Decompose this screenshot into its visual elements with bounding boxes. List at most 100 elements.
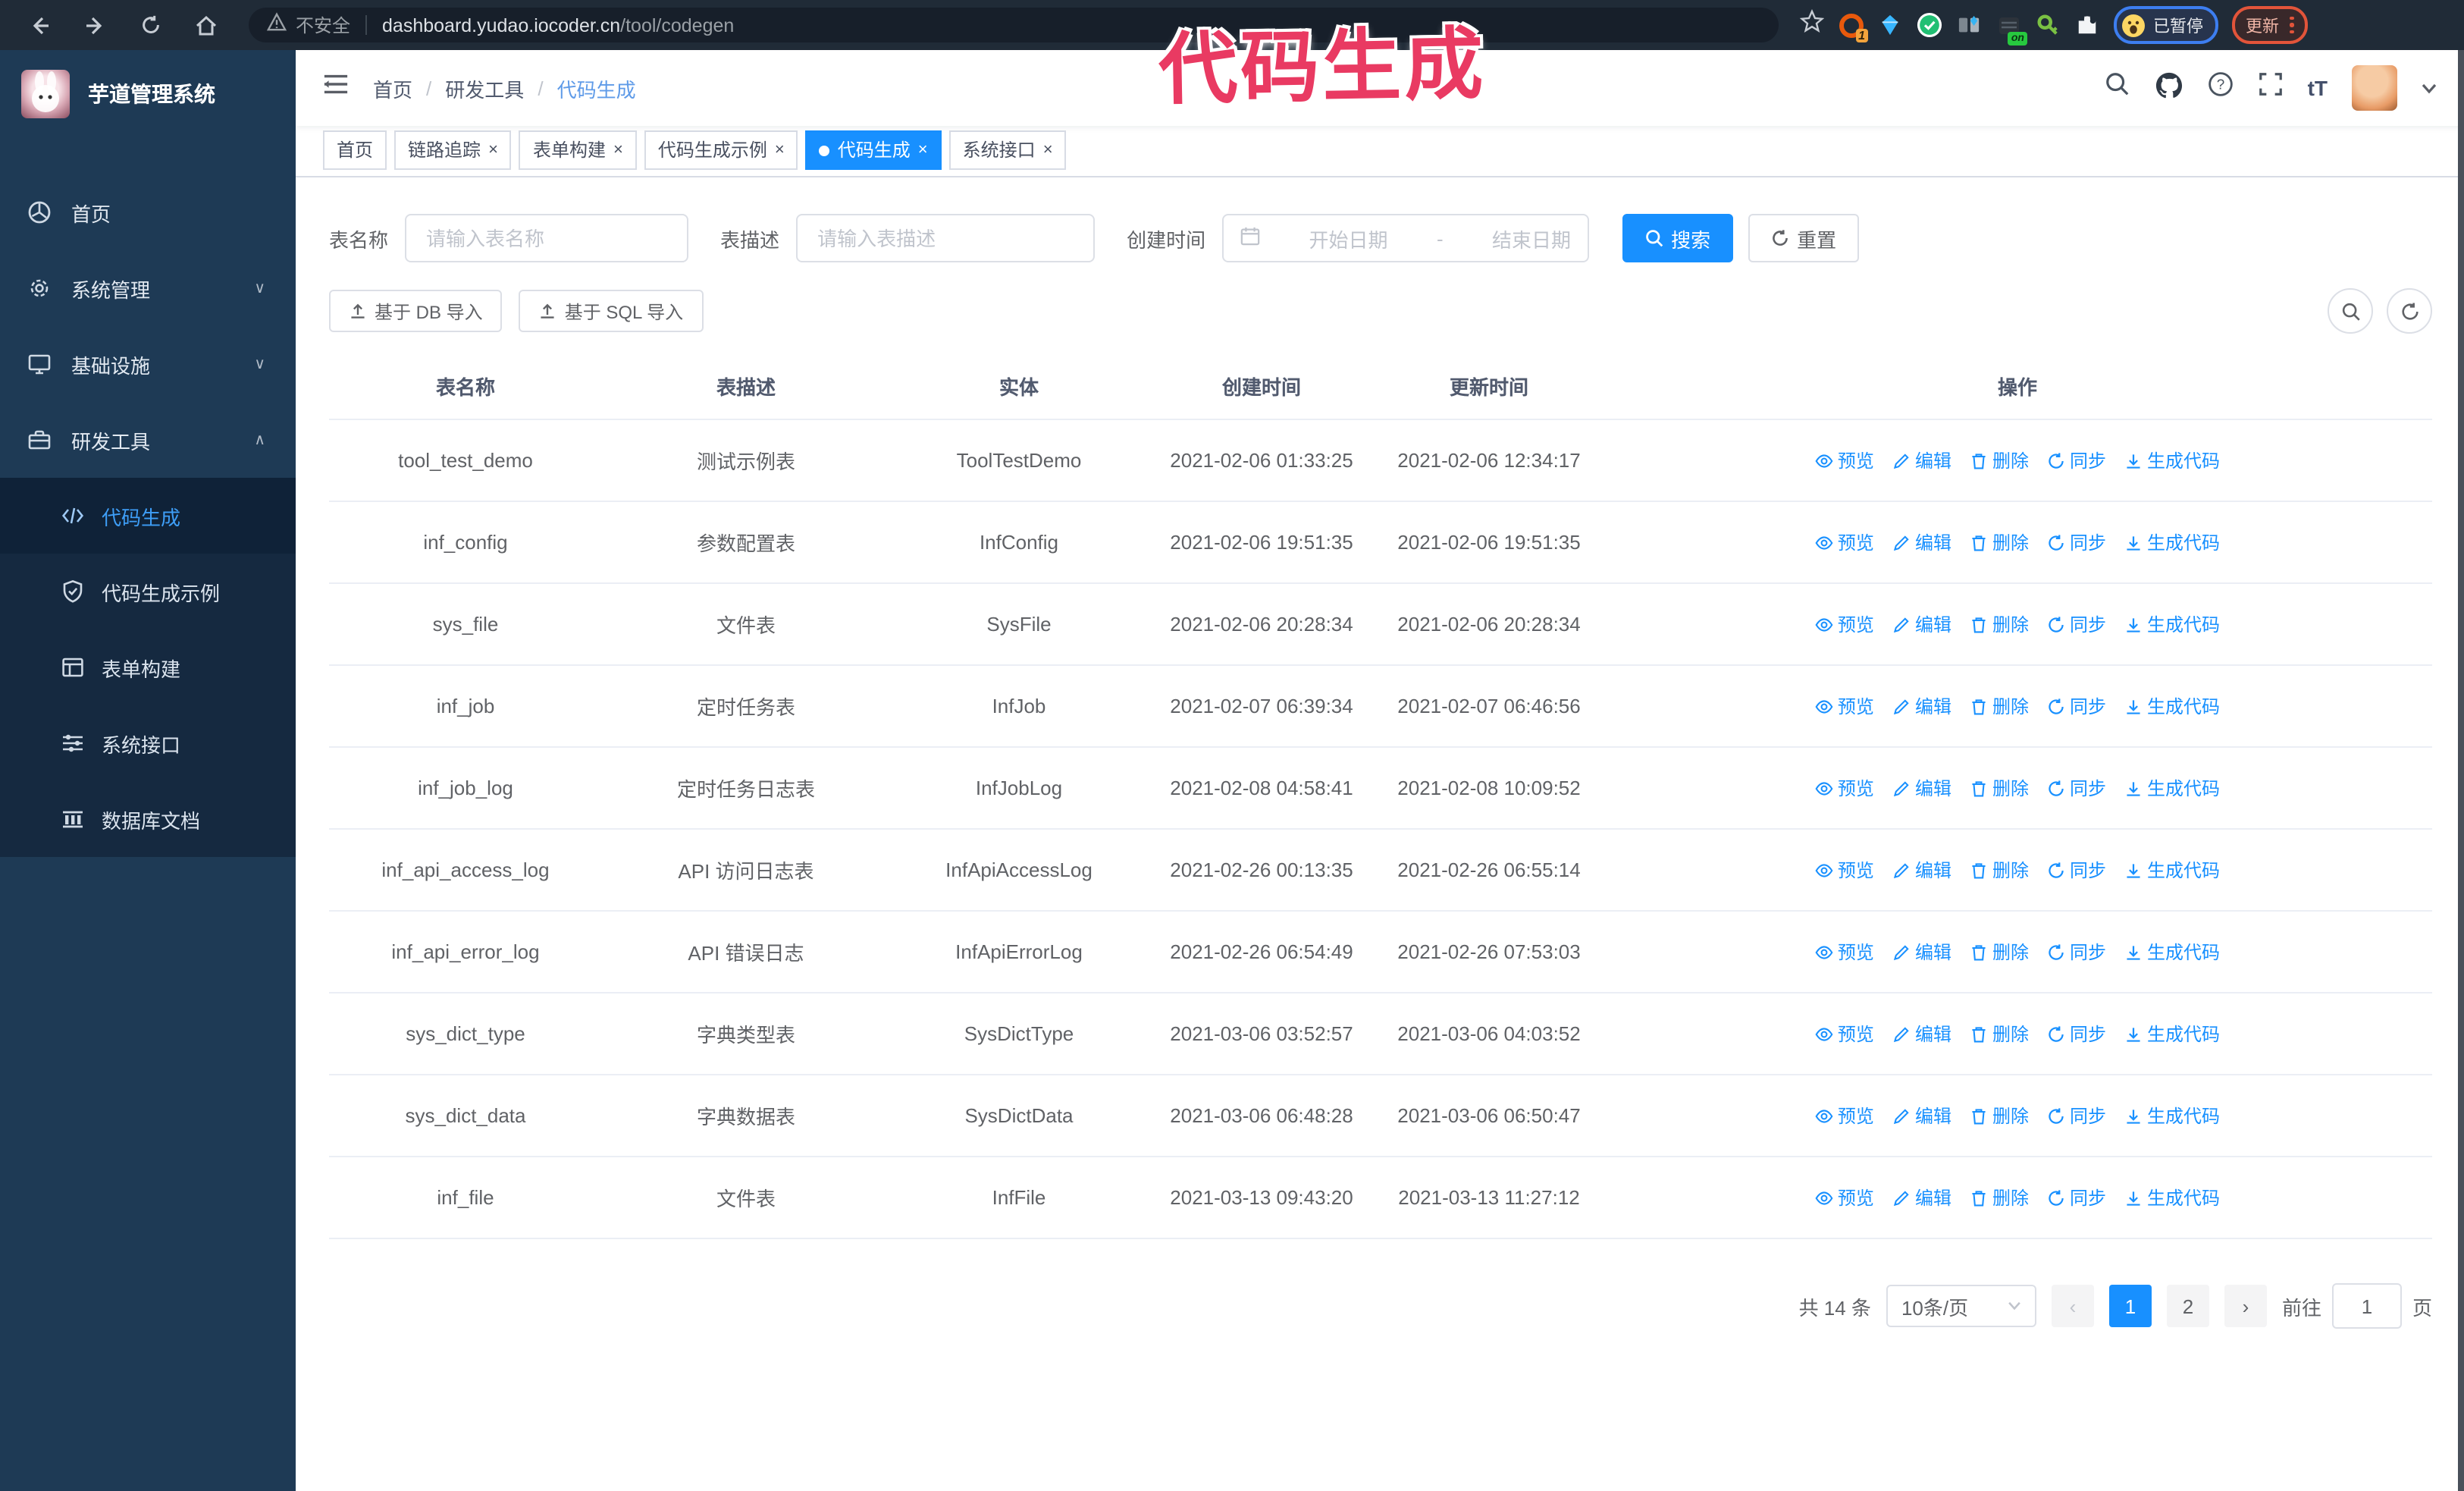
- fullscreen-icon[interactable]: [2258, 71, 2284, 105]
- close-icon[interactable]: ×: [1043, 132, 1053, 168]
- sidebar-subitem-2[interactable]: 代码生成示例: [0, 554, 296, 629]
- toggle-search-button[interactable]: [2328, 288, 2373, 334]
- help-icon[interactable]: ?: [2208, 71, 2234, 105]
- tab-2[interactable]: 链路追踪 ×: [394, 130, 512, 170]
- sidebar-item-4[interactable]: 研发工具 ∧: [0, 402, 296, 478]
- avatar[interactable]: [2352, 65, 2397, 111]
- home-icon[interactable]: [194, 13, 218, 37]
- action-preview-link[interactable]: 预览: [1815, 693, 1874, 719]
- tab-3[interactable]: 表单构建 ×: [519, 130, 637, 170]
- action-sync-link[interactable]: 同步: [2047, 529, 2106, 555]
- action-preview-link[interactable]: 预览: [1815, 611, 1874, 637]
- action-generate-link[interactable]: 生成代码: [2124, 611, 2220, 637]
- action-preview-link[interactable]: 预览: [1815, 1185, 1874, 1210]
- action-sync-link[interactable]: 同步: [2047, 611, 2106, 637]
- action-delete-link[interactable]: 删除: [1970, 1185, 2029, 1210]
- action-edit-link[interactable]: 编辑: [1892, 611, 1951, 637]
- action-edit-link[interactable]: 编辑: [1892, 939, 1951, 965]
- breadcrumb-home[interactable]: 首页: [373, 74, 412, 102]
- action-delete-link[interactable]: 删除: [1970, 529, 2029, 555]
- sidebar-item-1[interactable]: 首页: [0, 174, 296, 250]
- tab-6[interactable]: 系统接口 ×: [948, 130, 1067, 170]
- action-edit-link[interactable]: 编辑: [1892, 1021, 1951, 1047]
- forward-icon[interactable]: [83, 13, 108, 37]
- action-preview-link[interactable]: 预览: [1815, 1021, 1874, 1047]
- action-generate-link[interactable]: 生成代码: [2124, 857, 2220, 883]
- extension-panels-icon[interactable]: [1956, 12, 1982, 38]
- action-preview-link[interactable]: 预览: [1815, 775, 1874, 801]
- app-logo-row[interactable]: 芋道管理系统: [0, 50, 296, 138]
- action-delete-link[interactable]: 删除: [1970, 447, 2029, 473]
- sidebar-subitem-5[interactable]: 数据库文档: [0, 781, 296, 857]
- import-db-button[interactable]: 基于 DB 导入: [329, 290, 503, 332]
- refresh-button[interactable]: [2387, 288, 2432, 334]
- profile-paused-chip[interactable]: 已暂停: [2114, 6, 2218, 44]
- font-size-icon[interactable]: tT: [2308, 76, 2328, 100]
- chrome-update-button[interactable]: 更新: [2232, 6, 2307, 44]
- chevron-down-icon[interactable]: [2422, 74, 2437, 102]
- action-generate-link[interactable]: 生成代码: [2124, 1185, 2220, 1210]
- action-generate-link[interactable]: 生成代码: [2124, 693, 2220, 719]
- hamburger-icon[interactable]: [323, 73, 349, 103]
- action-edit-link[interactable]: 编辑: [1892, 1185, 1951, 1210]
- sidebar-item-3[interactable]: 基础设施 ∨: [0, 326, 296, 402]
- extension-check-icon[interactable]: [1917, 12, 1942, 38]
- action-sync-link[interactable]: 同步: [2047, 1103, 2106, 1128]
- window-scrollbar[interactable]: [2458, 50, 2464, 1491]
- page-button-2[interactable]: 2: [2166, 1285, 2209, 1327]
- extension-orange-icon[interactable]: 1: [1838, 12, 1868, 42]
- search-icon[interactable]: [2105, 71, 2130, 105]
- extension-key-icon[interactable]: [2035, 12, 2061, 38]
- action-delete-link[interactable]: 删除: [1970, 939, 2029, 965]
- sidebar-subitem-1[interactable]: 代码生成: [0, 478, 296, 554]
- import-sql-button[interactable]: 基于 SQL 导入: [519, 290, 704, 332]
- sidebar-item-2[interactable]: 系统管理 ∨: [0, 250, 296, 326]
- action-delete-link[interactable]: 删除: [1970, 775, 2029, 801]
- action-edit-link[interactable]: 编辑: [1892, 1103, 1951, 1128]
- breadcrumb-current[interactable]: 代码生成: [557, 74, 636, 102]
- tab-1[interactable]: 首页: [323, 130, 387, 170]
- action-delete-link[interactable]: 删除: [1970, 693, 2029, 719]
- address-bar[interactable]: 不安全 dashboard.yudao.iocoder.cn/tool/code…: [249, 8, 1779, 42]
- action-preview-link[interactable]: 预览: [1815, 939, 1874, 965]
- bookmark-star-icon[interactable]: [1799, 9, 1825, 41]
- close-icon[interactable]: ×: [613, 132, 623, 168]
- next-page-button[interactable]: ›: [2224, 1285, 2267, 1327]
- back-icon[interactable]: [27, 13, 52, 37]
- close-icon[interactable]: ×: [488, 132, 498, 168]
- action-sync-link[interactable]: 同步: [2047, 447, 2106, 473]
- action-delete-link[interactable]: 删除: [1970, 1021, 2029, 1047]
- date-range-picker[interactable]: 开始日期 - 结束日期: [1222, 214, 1590, 262]
- action-delete-link[interactable]: 删除: [1970, 857, 2029, 883]
- search-button[interactable]: 搜索: [1622, 214, 1734, 262]
- action-edit-link[interactable]: 编辑: [1892, 775, 1951, 801]
- action-generate-link[interactable]: 生成代码: [2124, 775, 2220, 801]
- action-sync-link[interactable]: 同步: [2047, 939, 2106, 965]
- action-generate-link[interactable]: 生成代码: [2124, 939, 2220, 965]
- action-sync-link[interactable]: 同步: [2047, 857, 2106, 883]
- table-desc-input[interactable]: [814, 225, 1077, 251]
- action-preview-link[interactable]: 预览: [1815, 529, 1874, 555]
- close-icon[interactable]: ×: [918, 132, 928, 168]
- extension-on-icon[interactable]: on: [1995, 12, 2027, 46]
- sidebar-subitem-4[interactable]: 系统接口: [0, 705, 296, 781]
- prev-page-button[interactable]: ‹: [2051, 1285, 2094, 1327]
- action-generate-link[interactable]: 生成代码: [2124, 447, 2220, 473]
- page-size-select[interactable]: 10条/页: [1886, 1285, 2036, 1327]
- action-edit-link[interactable]: 编辑: [1892, 857, 1951, 883]
- extension-gem-icon[interactable]: [1877, 12, 1903, 38]
- close-icon[interactable]: ×: [775, 132, 785, 168]
- action-preview-link[interactable]: 预览: [1815, 857, 1874, 883]
- action-sync-link[interactable]: 同步: [2047, 1185, 2106, 1210]
- action-edit-link[interactable]: 编辑: [1892, 693, 1951, 719]
- action-generate-link[interactable]: 生成代码: [2124, 529, 2220, 555]
- action-generate-link[interactable]: 生成代码: [2124, 1103, 2220, 1128]
- table-name-input[interactable]: [423, 225, 671, 251]
- action-delete-link[interactable]: 删除: [1970, 1103, 2029, 1128]
- action-preview-link[interactable]: 预览: [1815, 1103, 1874, 1128]
- page-button-1[interactable]: 1: [2108, 1285, 2152, 1327]
- tab-5[interactable]: 代码生成 ×: [805, 130, 942, 170]
- action-edit-link[interactable]: 编辑: [1892, 447, 1951, 473]
- action-sync-link[interactable]: 同步: [2047, 775, 2106, 801]
- browser-menu-icon[interactable]: [2290, 16, 2293, 34]
